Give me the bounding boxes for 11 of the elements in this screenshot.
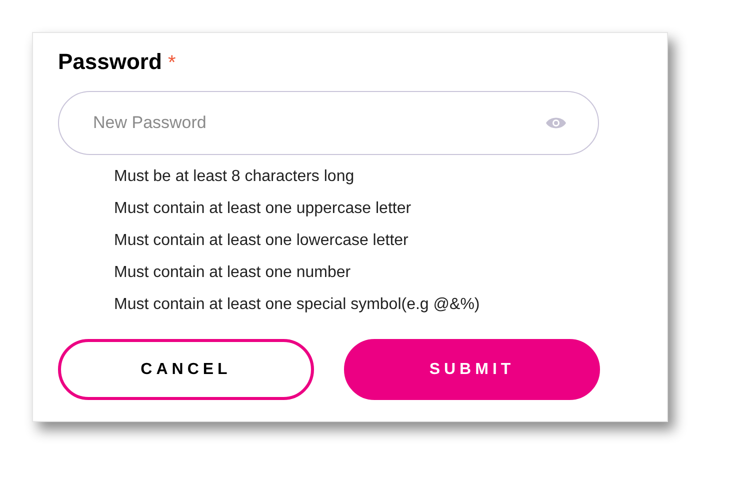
password-field[interactable]: New Password [58,91,599,155]
password-rule: Must be at least 8 characters long [114,167,356,187]
eye-icon[interactable] [545,116,567,130]
password-rule: Must contain at least one lowercase letter [114,231,410,251]
password-rule: Must contain at least one special symbol(e.g @&%) [114,295,481,315]
cancel-button[interactable]: CANCEL [58,339,314,400]
password-rule: Must contain at least one number [114,263,352,283]
submit-button[interactable]: SUBMIT [344,339,600,400]
required-mark: * [168,51,176,76]
password-rule: Must contain at least one uppercase letter [114,199,412,219]
field-label: Password [58,48,162,76]
